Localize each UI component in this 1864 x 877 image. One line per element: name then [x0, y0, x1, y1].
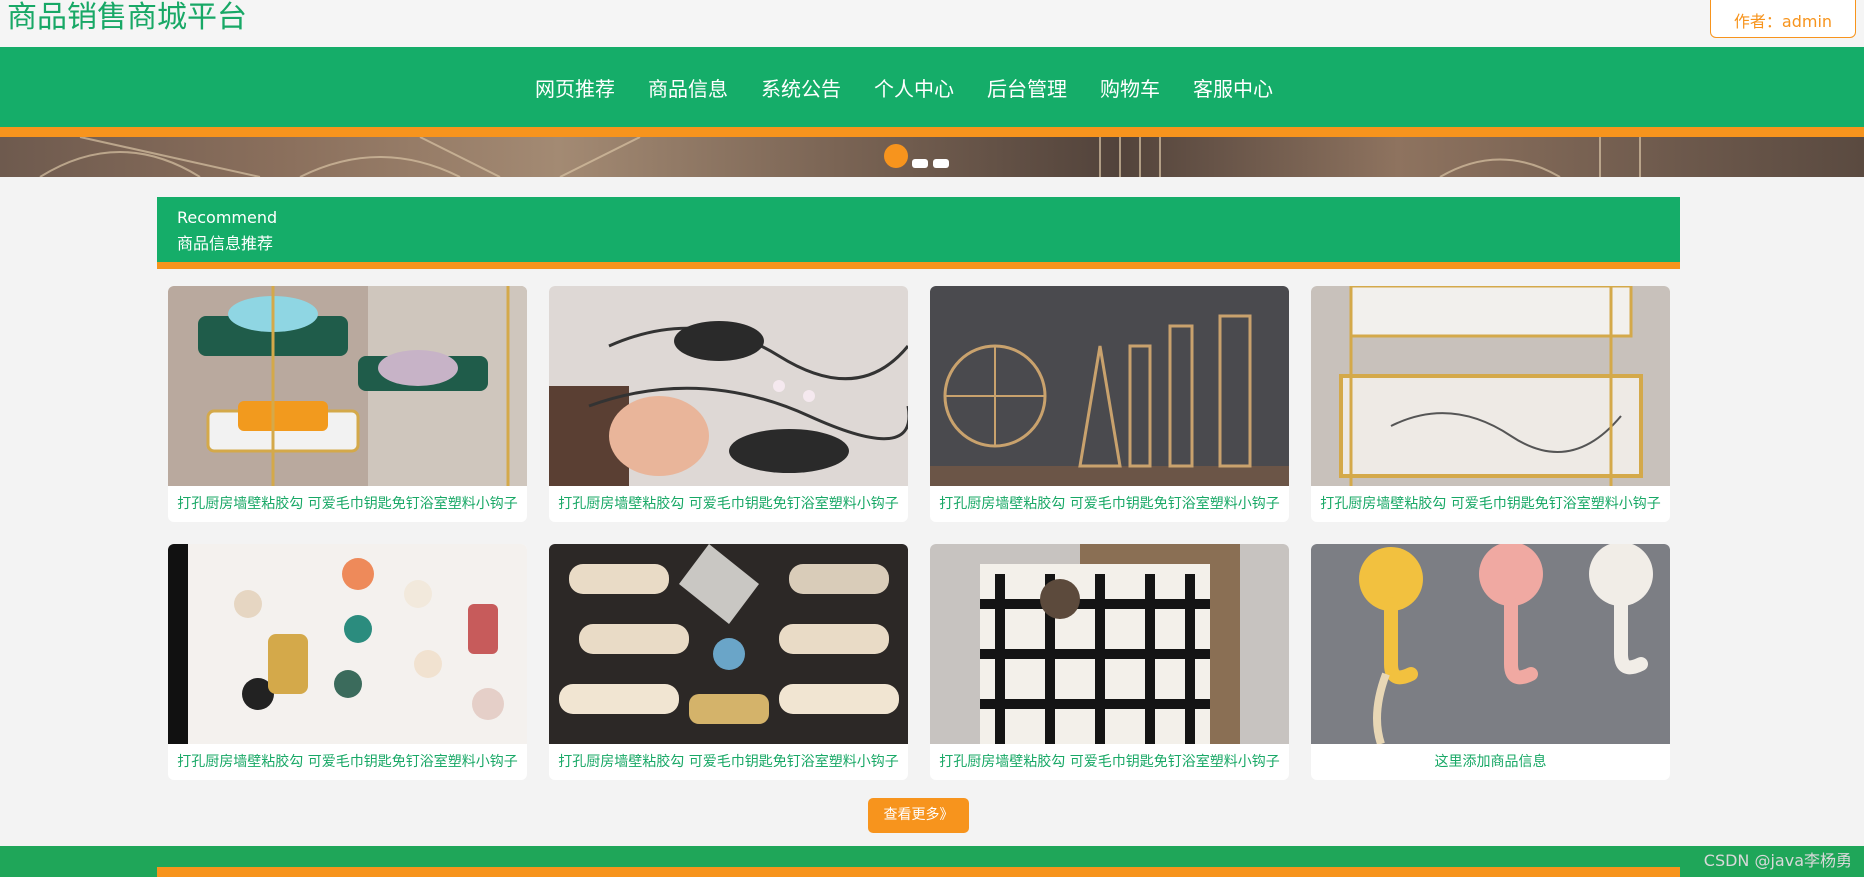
- product-name: 打孔厨房墙壁粘胶勾 可爱毛巾钥匙免钉浴室塑料小钩子: [177, 496, 518, 512]
- product-name: 打孔厨房墙壁粘胶勾 可爱毛巾钥匙免钉浴室塑料小钩子: [1320, 496, 1661, 512]
- main-nav: 网页推荐 商品信息 系统公告 个人中心 后台管理 购物车 客服中心: [0, 47, 1864, 127]
- recommend-title-en: Recommend: [177, 208, 278, 227]
- product-image: [930, 544, 1289, 744]
- nav-divider: [0, 127, 1864, 137]
- carousel-dot-1[interactable]: [884, 143, 908, 168]
- watermark: CSDN @java李杨勇: [1703, 851, 1852, 870]
- product-image: [930, 286, 1289, 486]
- nav-item-admin[interactable]: 后台管理: [987, 73, 1067, 102]
- footer-divider: [157, 867, 1680, 877]
- product-name: 打孔厨房墙壁粘胶勾 可爱毛巾钥匙免钉浴室塑料小钩子: [939, 754, 1280, 770]
- product-image: [168, 544, 527, 744]
- product-card[interactable]: 打孔厨房墙壁粘胶勾 可爱毛巾钥匙免钉浴室塑料小钩子: [168, 286, 527, 522]
- product-name: 打孔厨房墙壁粘胶勾 可爱毛巾钥匙免钉浴室塑料小钩子: [558, 754, 899, 770]
- product-grid: 打孔厨房墙壁粘胶勾 可爱毛巾钥匙免钉浴室塑料小钩子 打孔厨房墙壁粘胶勾 可爱毛巾…: [168, 286, 1670, 780]
- banner-carousel[interactable]: [0, 137, 1864, 177]
- nav-item-cart[interactable]: 购物车: [1100, 73, 1160, 102]
- recommend-header: Recommend 商品信息推荐: [157, 197, 1680, 262]
- product-name: 这里添加商品信息: [1434, 754, 1547, 770]
- nav-item-profile[interactable]: 个人中心: [874, 73, 954, 102]
- product-image: [168, 286, 527, 486]
- view-more-button[interactable]: 查看更多》: [868, 798, 969, 833]
- product-card[interactable]: 打孔厨房墙壁粘胶勾 可爱毛巾钥匙免钉浴室塑料小钩子: [930, 286, 1289, 522]
- product-card[interactable]: 打孔厨房墙壁粘胶勾 可爱毛巾钥匙免钉浴室塑料小钩子: [930, 544, 1289, 780]
- product-image: [1311, 544, 1670, 744]
- product-name: 打孔厨房墙壁粘胶勾 可爱毛巾钥匙免钉浴室塑料小钩子: [177, 754, 518, 770]
- product-name: 打孔厨房墙壁粘胶勾 可爱毛巾钥匙免钉浴室塑料小钩子: [558, 496, 899, 512]
- product-image: [549, 286, 908, 486]
- product-card[interactable]: 这里添加商品信息: [1311, 544, 1670, 780]
- nav-item-announcements[interactable]: 系统公告: [761, 73, 841, 102]
- carousel-dots: [884, 143, 954, 168]
- product-image: [549, 544, 908, 744]
- nav-item-products[interactable]: 商品信息: [648, 73, 728, 102]
- nav-item-recommend[interactable]: 网页推荐: [535, 73, 615, 102]
- product-image: [1311, 286, 1670, 486]
- carousel-dot-3[interactable]: [933, 159, 949, 168]
- recommend-title-cn: 商品信息推荐: [177, 234, 274, 253]
- recommend-divider: [157, 262, 1680, 269]
- nav-item-service[interactable]: 客服中心: [1193, 73, 1273, 102]
- top-bar: 商品销售商城平台 作者：admin: [0, 0, 1864, 47]
- product-card[interactable]: 打孔厨房墙壁粘胶勾 可爱毛巾钥匙免钉浴室塑料小钩子: [168, 544, 527, 780]
- author-badge[interactable]: 作者：admin: [1710, 0, 1856, 38]
- product-card[interactable]: 打孔厨房墙壁粘胶勾 可爱毛巾钥匙免钉浴室塑料小钩子: [1311, 286, 1670, 522]
- product-card[interactable]: 打孔厨房墙壁粘胶勾 可爱毛巾钥匙免钉浴室塑料小钩子: [549, 286, 908, 522]
- product-name: 打孔厨房墙壁粘胶勾 可爱毛巾钥匙免钉浴室塑料小钩子: [939, 496, 1280, 512]
- carousel-dot-2[interactable]: [912, 159, 928, 168]
- product-card[interactable]: 打孔厨房墙壁粘胶勾 可爱毛巾钥匙免钉浴室塑料小钩子: [549, 544, 908, 780]
- site-title: 商品销售商城平台: [7, 0, 247, 35]
